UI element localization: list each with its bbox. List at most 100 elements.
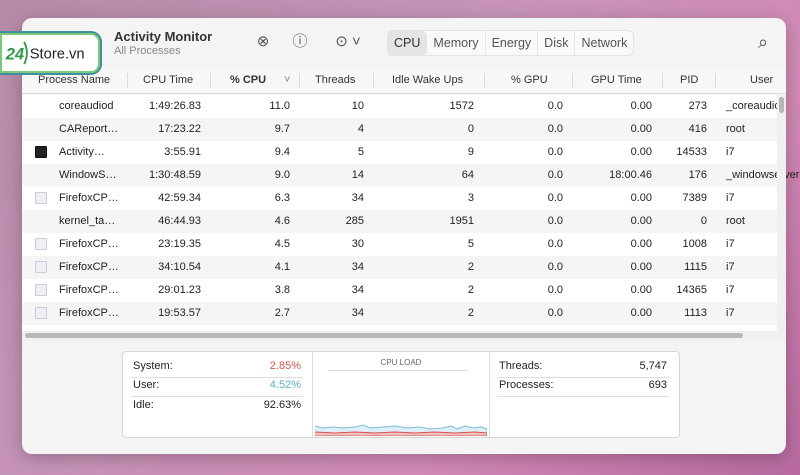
cell-idle-wake-ups: 5 <box>467 238 474 250</box>
cell-idle-wake-ups: 2 <box>467 307 474 319</box>
cell-pid: 1113 <box>684 307 707 319</box>
cpu-load-graph <box>315 424 487 436</box>
stop-process-icon[interactable]: ⊗ <box>253 32 273 52</box>
user-value: 4.52% <box>269 379 301 391</box>
table-row[interactable]: WindowS… 1:30:48.59 9.0 14 64 0.0 18:00.46 176 _… <box>22 164 799 187</box>
cell-idle-wake-ups: 2 <box>467 284 474 296</box>
cell-gpu-percent: 0.0 <box>547 284 563 296</box>
table-row[interactable]: FirefoxCP… 42:59.34 6.3 34 3 0.0 0.00 7389 i7 <box>22 187 782 210</box>
window-title: Activity Monitor <box>114 29 213 44</box>
cell-user: i7 <box>726 192 735 204</box>
cell-idle-wake-ups: 1951 <box>449 215 474 227</box>
cell-cpu-time: 17:23.22 <box>158 123 201 135</box>
cell-cpu-time: 34:10.54 <box>158 261 201 273</box>
table-header: Process Name CPU Time % CPU ˅ Threads Id… <box>22 68 786 94</box>
activity-monitor-window: Activity Monitor All Processes ⊗ ⓘ ⊙ ˅ C… <box>22 18 799 454</box>
cell-cpu-time: 19:53.57 <box>158 307 201 319</box>
column-user[interactable]: User <box>750 74 773 86</box>
cpu-load-title: CPU LOAD <box>380 358 422 367</box>
cell-user: root <box>726 123 745 135</box>
column-idle-wake-ups[interactable]: Idle Wake Ups <box>392 74 463 86</box>
cell-cpu-time: 23:19.35 <box>158 238 201 250</box>
cell-gpu-percent: 0.0 <box>547 169 563 181</box>
cell-user: i7 <box>726 261 735 273</box>
cell-gpu-time: 0.00 <box>630 123 652 135</box>
cell-pid: 273 <box>688 100 707 112</box>
window-subtitle: All Processes <box>114 45 181 57</box>
cell-gpu-percent: 0.0 <box>547 307 563 319</box>
table-row[interactable]: CAReport… 17:23.22 9.7 4 0 0.0 0.00 416 root <box>22 118 782 141</box>
column-pid[interactable]: PID <box>680 74 698 86</box>
cell-cpu-time: 1:30:48.59 <box>149 169 201 181</box>
column-cpu-percent[interactable]: % CPU <box>230 74 266 86</box>
tab-disk[interactable]: Disk <box>538 31 576 55</box>
cell-gpu-time: 0.00 <box>630 238 652 250</box>
cell-gpu-time: 18:00.46 <box>609 169 652 181</box>
document-icon <box>35 192 47 204</box>
system-value: 2.85% <box>269 360 301 372</box>
cpu-summary-panel: System: 2.85% User: 4.52% Idle: 92.63% C… <box>122 351 680 438</box>
process-table: coreaudiod 1:49:26.83 11.0 10 1572 0.0 0.00 273… <box>22 95 799 331</box>
table-row[interactable]: FirefoxCP… 34:10.54 4.1 34 2 0.0 0.00 1115 i7 <box>22 256 782 279</box>
document-icon <box>35 284 47 296</box>
column-gpu-time[interactable]: GPU Time <box>591 74 642 86</box>
vertical-scrollbar[interactable] <box>777 95 786 331</box>
svg-text:24: 24 <box>5 44 24 63</box>
cell-gpu-percent: 0.0 <box>547 261 563 273</box>
cell-idle-wake-ups: 64 <box>461 169 474 181</box>
cell-cpu-percent: 9.4 <box>274 146 290 158</box>
threads-value: 5,747 <box>639 360 667 372</box>
table-row[interactable]: FirefoxCP… 29:01.23 3.8 34 2 0.0 0.00 14365 i7 <box>22 279 782 302</box>
cell-threads: 34 <box>351 192 364 204</box>
tab-cpu[interactable]: CPU <box>388 31 428 55</box>
cell-cpu-percent: 6.3 <box>274 192 290 204</box>
cell-pid: 1008 <box>682 238 707 250</box>
cell-gpu-time: 0.00 <box>630 100 652 112</box>
idle-label: Idle: <box>133 399 154 411</box>
tab-energy[interactable]: Energy <box>486 31 539 55</box>
cell-threads: 5 <box>357 146 364 158</box>
cell-threads: 34 <box>351 307 364 319</box>
idle-value: 92.63% <box>263 399 301 411</box>
table-row[interactable]: FirefoxCP… 23:19.35 4.5 30 5 0.0 0.00 1008 i7 <box>22 233 782 256</box>
cell-cpu-percent: 9.0 <box>274 169 290 181</box>
cell-gpu-time: 0.00 <box>630 146 652 158</box>
tab-bar: CPU Memory Energy Disk Network <box>387 30 635 56</box>
tab-network[interactable]: Network <box>575 31 633 55</box>
cell-cpu-percent: 9.7 <box>274 123 290 135</box>
column-process-name[interactable]: Process Name <box>38 74 110 86</box>
cell-pid: 14533 <box>676 146 707 158</box>
cell-gpu-percent: 0.0 <box>547 100 563 112</box>
table-row[interactable]: FirefoxCP… 19:53.57 2.7 34 2 0.0 0.00 1113 i7 <box>22 302 782 325</box>
cell-cpu-percent: 4.1 <box>274 261 290 273</box>
cell-cpu-percent: 4.5 <box>274 238 290 250</box>
table-row[interactable]: kernel_ta… 46:44.93 4.6 285 1951 0.0 0.00 0 root <box>22 210 782 233</box>
document-icon <box>35 307 47 319</box>
cell-cpu-time: 42:59.34 <box>158 192 201 204</box>
cell-pid: 7389 <box>682 192 707 204</box>
cell-gpu-percent: 0.0 <box>547 192 563 204</box>
document-icon <box>35 261 47 273</box>
cell-idle-wake-ups: 0 <box>467 123 474 135</box>
cell-idle-wake-ups: 3 <box>467 192 474 204</box>
tab-memory[interactable]: Memory <box>427 31 486 55</box>
cell-gpu-percent: 0.0 <box>547 215 563 227</box>
cell-pid: 14365 <box>676 284 707 296</box>
horizontal-scrollbar[interactable] <box>22 331 786 341</box>
cell-user: i7 <box>726 238 735 250</box>
cell-gpu-time: 0.00 <box>630 284 652 296</box>
info-icon[interactable]: ⓘ <box>290 32 310 52</box>
column-gpu-percent[interactable]: % GPU <box>511 74 548 86</box>
column-cpu-time[interactable]: CPU Time <box>143 74 193 86</box>
table-row[interactable]: coreaudiod 1:49:26.83 11.0 10 1572 0.0 0.00 273… <box>22 95 787 118</box>
search-icon[interactable]: ⌕ <box>758 32 768 53</box>
cell-threads: 14 <box>351 169 364 181</box>
cell-cpu-percent: 11.0 <box>269 100 290 112</box>
cell-cpu-time: 1:49:26.83 <box>149 100 201 112</box>
cell-gpu-time: 0.00 <box>630 307 652 319</box>
more-options-icon[interactable]: ⊙ ˅ <box>330 32 366 52</box>
table-row[interactable]: Activity… 3:55.91 9.4 5 9 0.0 0.00 14533 i7 <box>22 141 782 164</box>
column-threads[interactable]: Threads <box>315 74 355 86</box>
sort-chevron-icon[interactable]: ˅ <box>284 74 290 86</box>
system-label: System: <box>133 360 173 372</box>
